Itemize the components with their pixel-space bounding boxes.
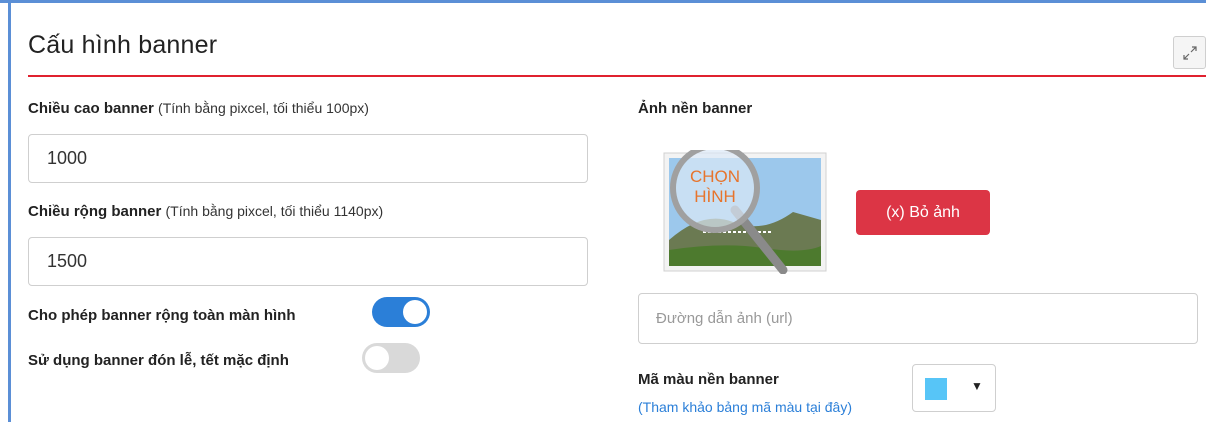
width-input[interactable]: 1500 [28, 237, 588, 286]
fullwidth-toggle[interactable] [372, 297, 430, 327]
height-label-text: Chiều cao banner [28, 100, 154, 117]
title-divider [28, 75, 1206, 77]
panel-title: Cấu hình banner [28, 31, 218, 59]
image-placeholder-icon: CHỌN HÌNH [663, 143, 827, 275]
remove-image-button[interactable]: (x) Bỏ ảnh [856, 190, 990, 235]
toggle-knob [365, 346, 389, 370]
color-swatch [925, 378, 947, 400]
width-label-text: Chiều rộng banner [28, 203, 162, 220]
fullwidth-toggle-label: Cho phép banner rộng toàn màn hình [28, 307, 296, 324]
toggle-knob [403, 300, 427, 324]
background-color-label: Mã màu nền banner [638, 371, 779, 388]
panel-left-border [8, 0, 11, 422]
height-hint: (Tính bằng pixcel, tối thiểu 100px) [158, 100, 369, 116]
height-field-label: Chiều cao banner (Tính bằng pixcel, tối … [28, 100, 369, 117]
image-url-input[interactable]: Đường dẫn ảnh (url) [638, 293, 1198, 344]
holiday-toggle[interactable] [362, 343, 420, 373]
width-hint: (Tính bằng pixcel, tối thiểu 1140px) [165, 203, 384, 219]
holiday-toggle-label: Sử dụng banner đón lễ, tết mặc định [28, 352, 289, 369]
image-picker[interactable]: CHỌN HÌNH [663, 143, 827, 275]
caret-down-icon: ▼ [971, 379, 983, 393]
expand-button[interactable] [1173, 36, 1206, 69]
panel-top-border [0, 0, 1206, 3]
background-image-label: Ảnh nền banner [638, 100, 753, 117]
color-picker-select[interactable]: ▼ [912, 364, 996, 412]
expand-arrows-icon [1183, 46, 1197, 60]
picker-text-line1: CHỌN [690, 167, 740, 186]
color-reference-link[interactable]: (Tham khảo bảng mã màu tại đây) [638, 399, 852, 415]
width-field-label: Chiều rộng banner (Tính bằng pixcel, tối… [28, 203, 383, 220]
height-input[interactable]: 1000 [28, 134, 588, 183]
picker-text-line2: HÌNH [694, 187, 736, 206]
